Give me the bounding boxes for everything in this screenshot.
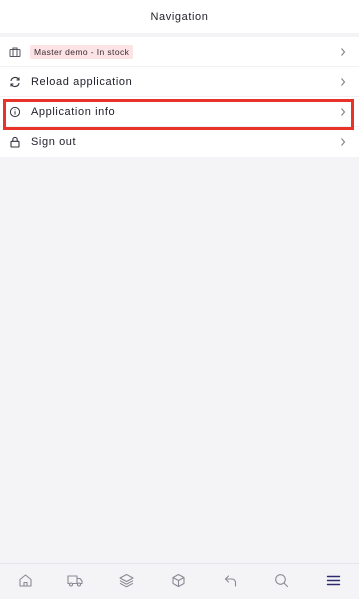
search-icon[interactable] — [273, 572, 289, 588]
truck-icon[interactable] — [67, 572, 83, 588]
menu-item-application-info[interactable]: Application info — [0, 97, 359, 127]
menu-item-reload-application[interactable]: Reload application — [0, 67, 359, 97]
menu-icon[interactable] — [325, 572, 341, 588]
chevron-right-icon — [341, 47, 346, 56]
warehouse-badge: Master demo - In stock — [30, 44, 134, 59]
bottom-navigation — [0, 563, 359, 599]
briefcase-icon — [9, 46, 21, 58]
menu-item-label: Application info — [31, 105, 116, 118]
menu-item-label: Reload application — [31, 75, 133, 88]
navigation-menu: Master demo - In stock Reload applicatio… — [0, 37, 359, 157]
menu-item-warehouse[interactable]: Master demo - In stock — [0, 37, 359, 67]
menu-item-sign-out[interactable]: Sign out — [0, 127, 359, 157]
lock-icon — [9, 136, 21, 148]
box-icon[interactable] — [170, 572, 186, 588]
return-icon[interactable] — [222, 572, 238, 588]
chevron-right-icon — [341, 138, 346, 146]
refresh-icon — [9, 76, 21, 88]
chevron-right-icon — [341, 77, 346, 86]
layers-icon[interactable] — [118, 572, 134, 588]
page-title: Navigation — [150, 10, 209, 23]
top-bar: Navigation — [0, 0, 359, 33]
chevron-right-icon — [341, 107, 346, 116]
menu-item-label: Sign out — [31, 136, 77, 148]
info-icon — [9, 106, 21, 118]
home-icon[interactable] — [17, 572, 33, 588]
